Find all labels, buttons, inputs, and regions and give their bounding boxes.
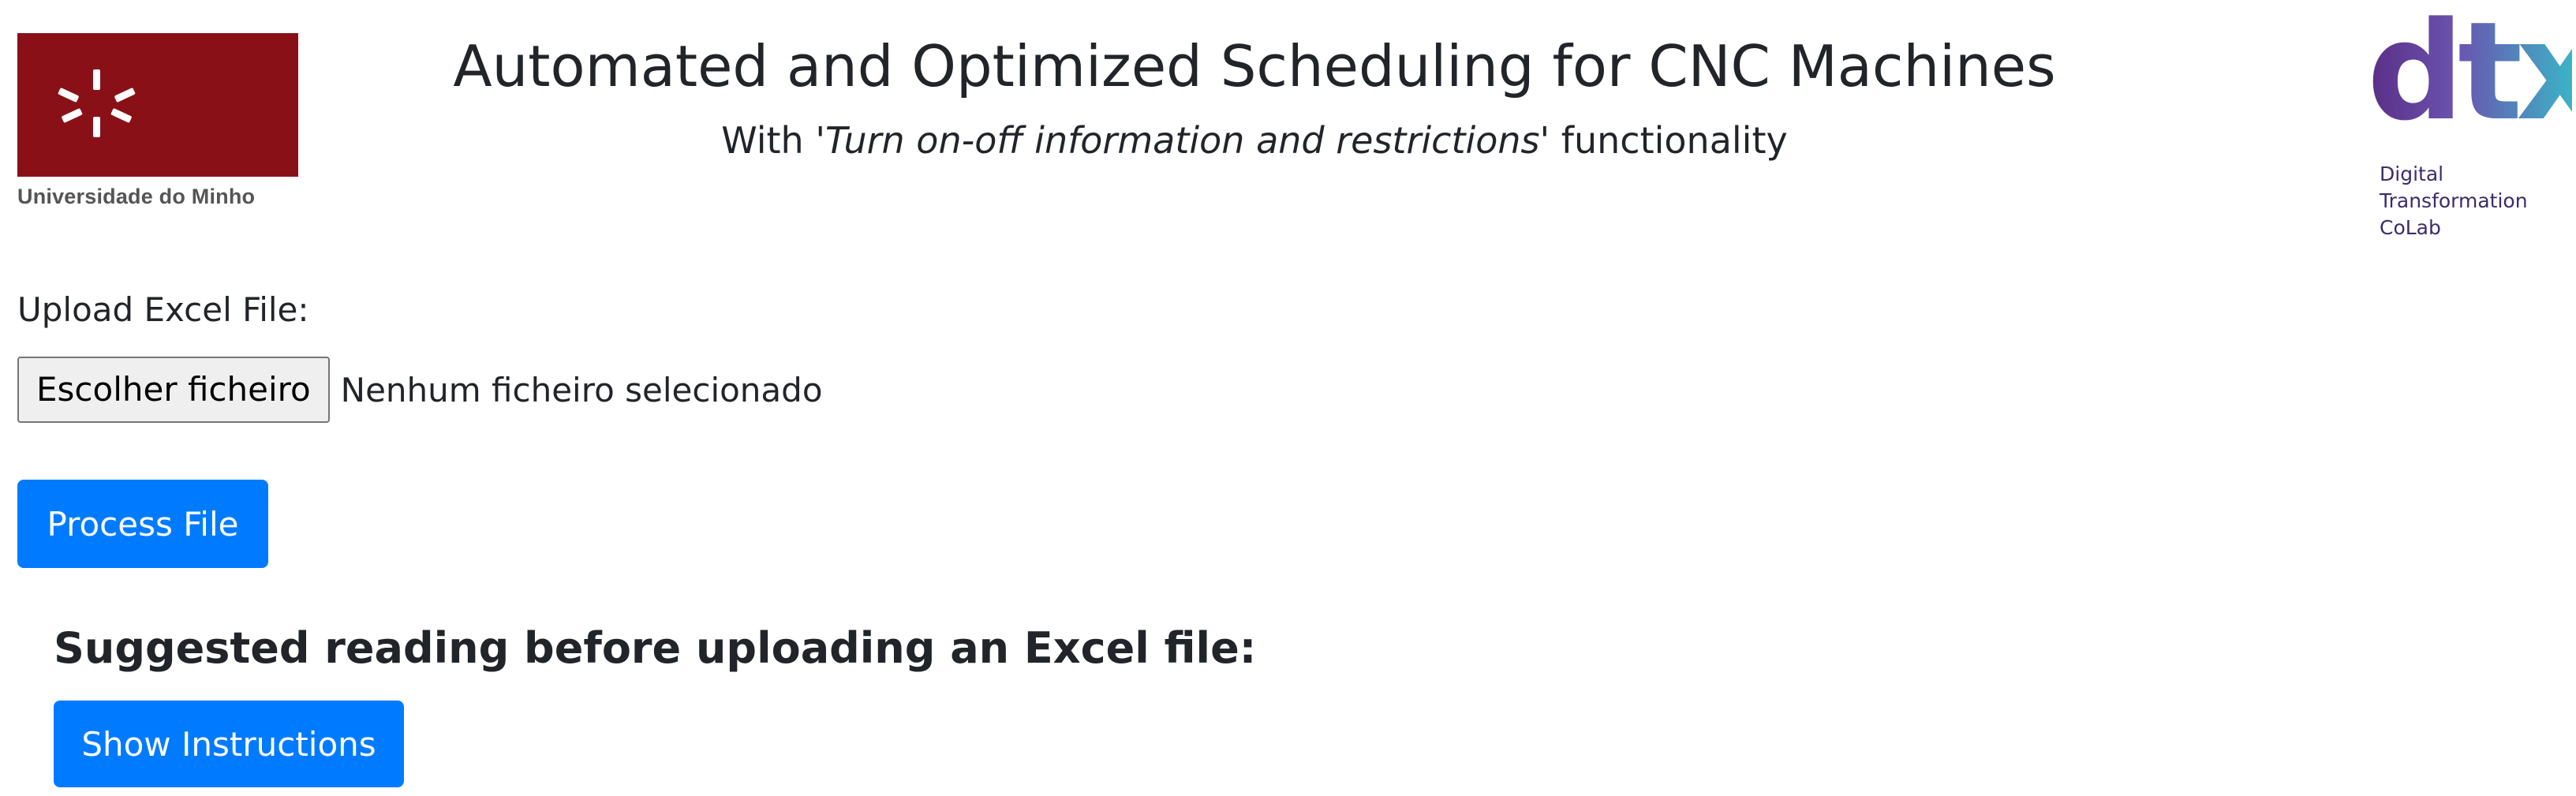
uminho-emblem-icon [58, 69, 136, 137]
subtitle-emphasis: Turn on-off information and restrictions [824, 119, 1540, 162]
choose-file-button[interactable]: Escolher ficheiro [17, 357, 330, 423]
subtitle-prefix: With ' [721, 119, 825, 162]
uminho-caption: Universidade do Minho [17, 185, 256, 208]
instructions-heading: Suggested reading before uploading an Ex… [54, 623, 1257, 673]
dtx-mark: dtx [2367, 0, 2576, 151]
file-input[interactable]: Escolher ficheiro Nenhum ficheiro seleci… [17, 357, 823, 423]
dtx-caption-line: CoLab [2380, 216, 2441, 239]
subtitle-suffix: ' functionality [1539, 119, 1788, 162]
uminho-logo-box [17, 33, 298, 177]
dtx-logo: dtx Digital Transformation CoLab [2367, 0, 2576, 241]
process-file-button[interactable]: Process File [17, 480, 268, 568]
show-instructions-button[interactable]: Show Instructions [54, 701, 404, 787]
page-title: Automated and Optimized Scheduling for C… [453, 33, 2056, 99]
upload-label: Upload Excel File: [17, 290, 309, 329]
title-block: Automated and Optimized Scheduling for C… [379, 22, 2130, 166]
page-subtitle: With 'Turn on-off information and restri… [379, 115, 2130, 166]
page: Universidade do Minho Automated and Opti… [0, 0, 2576, 796]
dtx-caption: Digital Transformation CoLab [2367, 161, 2572, 241]
uminho-logo: Universidade do Minho [17, 33, 298, 210]
file-status-text: Nenhum ficheiro selecionado [340, 370, 823, 409]
dtx-caption-line: Digital [2380, 163, 2444, 185]
dtx-caption-line: Transformation [2380, 189, 2528, 212]
